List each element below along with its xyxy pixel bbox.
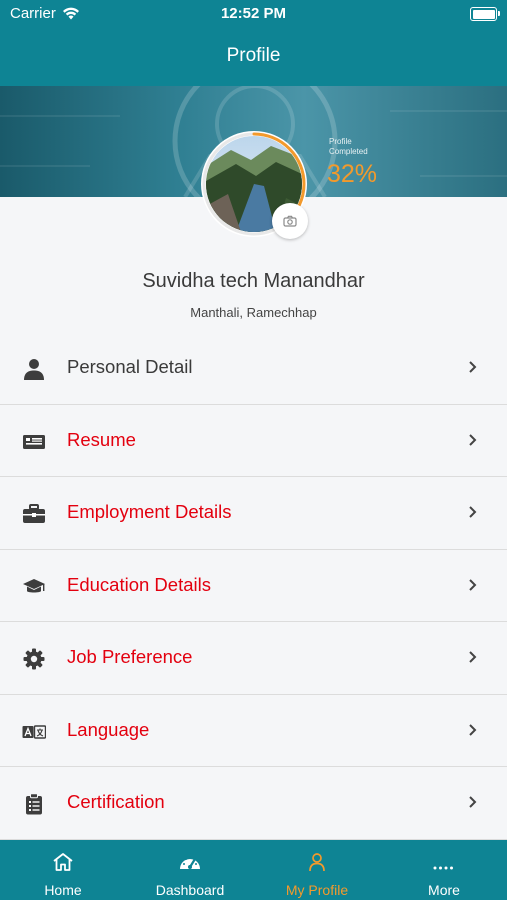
camera-icon: [283, 215, 297, 227]
menu-item-label: Employment Details: [67, 501, 232, 522]
menu-item-language[interactable]: Language: [0, 695, 507, 767]
gear-icon: [22, 648, 46, 670]
status-bar: Carrier 12:52 PM: [0, 0, 507, 28]
chevron-right-icon: [469, 506, 477, 518]
user-icon: [309, 853, 325, 872]
profile-progress-value: 32%: [327, 160, 378, 188]
briefcase-icon: [22, 503, 46, 525]
status-time: 12:52 PM: [220, 5, 287, 22]
tab-my-profile[interactable]: My Profile: [254, 840, 380, 900]
page-title: Profile: [226, 45, 281, 66]
chevron-right-icon: [469, 361, 477, 373]
profile-menu: Personal Detail Resume Employment Detail…: [0, 332, 507, 840]
menu-item-employment-details[interactable]: Employment Details: [0, 477, 507, 550]
menu-item-label: Job Preference: [67, 646, 193, 667]
tab-label: Home: [44, 882, 82, 898]
change-photo-button[interactable]: [272, 203, 308, 239]
chevron-right-icon: [469, 723, 477, 736]
person-icon: [22, 358, 46, 380]
graduation-cap-icon: [22, 576, 46, 598]
home-icon: [53, 853, 73, 871]
menu-item-personal-detail[interactable]: Personal Detail: [0, 332, 507, 405]
tab-home[interactable]: Home: [0, 840, 126, 900]
more-dots-icon: [433, 866, 453, 870]
tab-more[interactable]: More: [381, 840, 507, 900]
menu-item-label: Education Details: [67, 573, 211, 595]
resume-icon: [22, 431, 46, 453]
battery-icon: [470, 7, 500, 21]
menu-item-label: Certification: [67, 791, 165, 812]
chevron-right-icon: [469, 578, 477, 591]
menu-item-label: Language: [67, 718, 150, 740]
menu-item-label: Personal Detail: [67, 356, 193, 377]
menu-item-label: Resume: [67, 428, 136, 450]
speedometer-icon: [180, 856, 200, 869]
tab-label: My Profile: [285, 882, 349, 898]
nav-bar: Profile: [0, 28, 507, 86]
language-icon: [22, 721, 46, 743]
tab-label: Dashboard: [155, 882, 225, 898]
menu-item-resume[interactable]: Resume: [0, 405, 507, 477]
chevron-right-icon: [469, 796, 477, 808]
profile-name: Suvidha tech Manandhar: [142, 270, 365, 292]
menu-item-education-details[interactable]: Education Details: [0, 550, 507, 622]
chevron-right-icon: [469, 651, 477, 663]
tab-label: More: [428, 882, 460, 898]
menu-item-job-preference[interactable]: Job Preference: [0, 622, 507, 695]
menu-item-certification[interactable]: Certification: [0, 767, 507, 840]
profile-location: Manthali, Ramechhap: [190, 305, 317, 320]
clipboard-icon: [22, 793, 46, 815]
tab-dashboard[interactable]: Dashboard: [127, 840, 253, 900]
profile-progress-label: Profile Completed: [329, 137, 368, 156]
chevron-right-icon: [469, 433, 477, 446]
tab-bar: Home Dashboard My Profile More: [0, 840, 507, 900]
